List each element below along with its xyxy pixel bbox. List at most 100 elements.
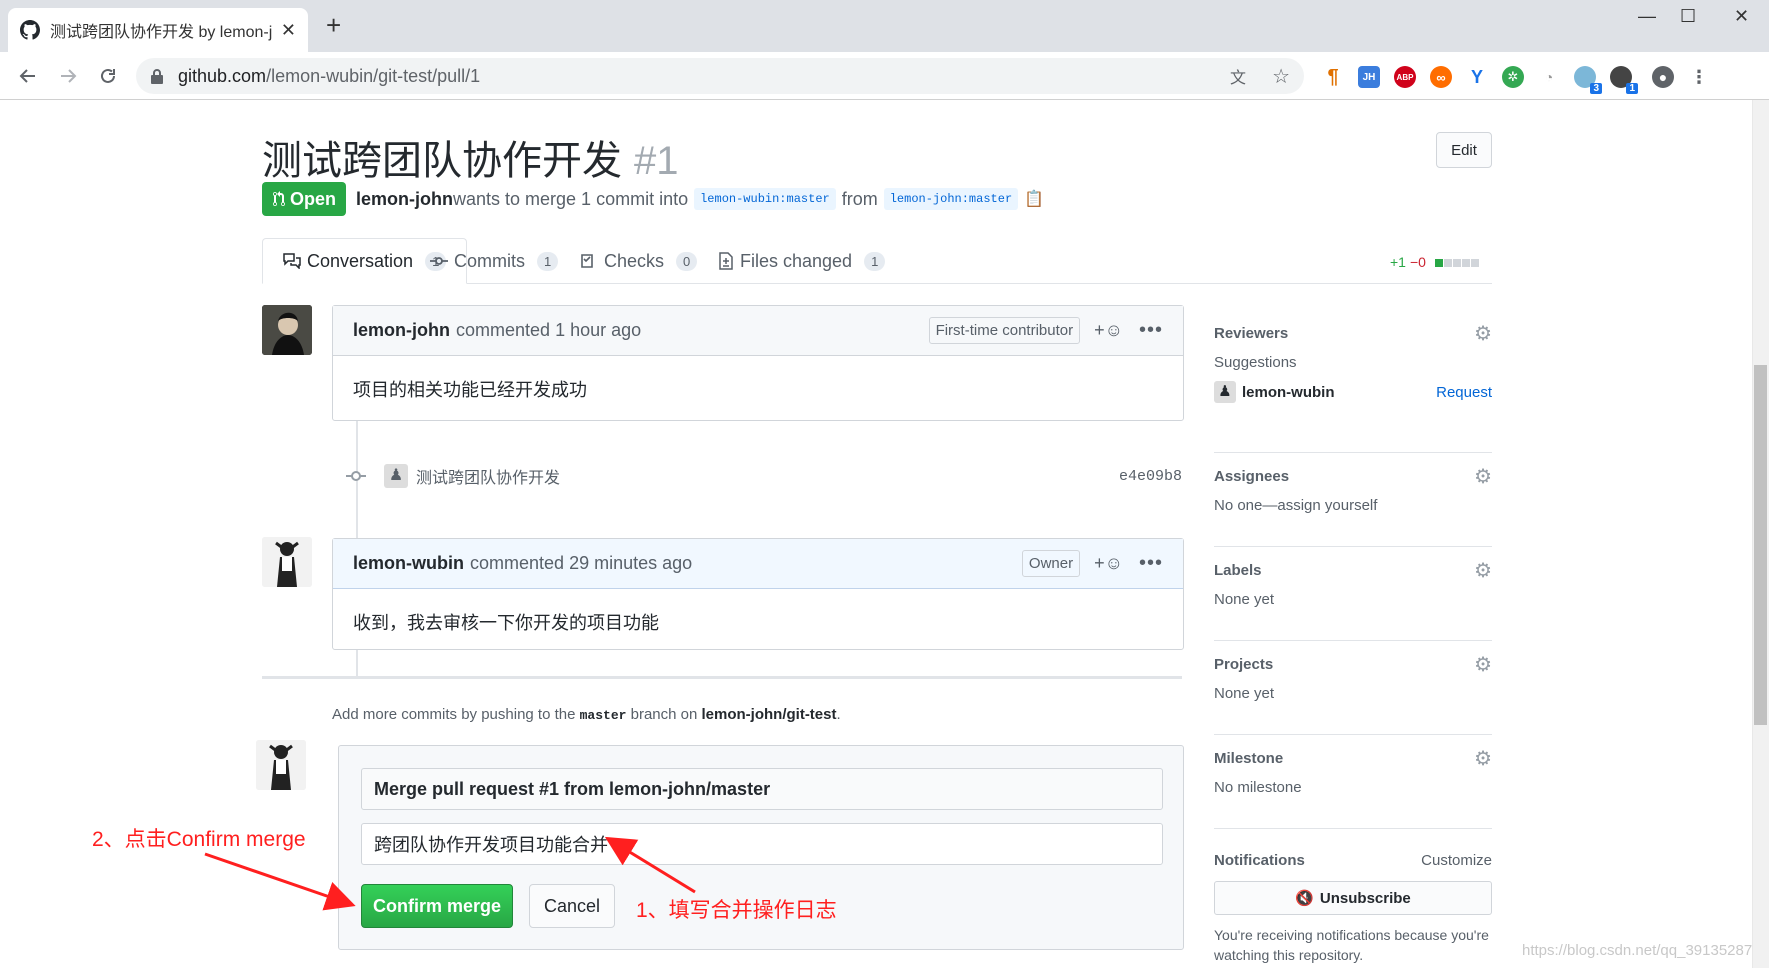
gear-icon[interactable]: ⚙ [1474, 321, 1492, 346]
speed-extension-icon[interactable]: ◔ [1538, 66, 1560, 88]
tab-counter: 1 [537, 251, 559, 271]
reload-icon[interactable] [92, 60, 124, 92]
gear-icon[interactable]: ⚙ [1474, 558, 1492, 583]
sidebar-heading[interactable]: Milestone [1214, 750, 1283, 767]
conversation-icon [283, 253, 301, 269]
sidebar-heading[interactable]: Projects [1214, 656, 1273, 673]
assignees-value[interactable]: No one—assign yourself [1214, 497, 1492, 514]
gear-icon[interactable]: ⚙ [1474, 464, 1492, 489]
window-close-icon[interactable]: ✕ [1734, 6, 1749, 27]
annotation-step1: 1、填写合并操作日志 [636, 899, 837, 922]
confirm-merge-button[interactable]: Confirm merge [361, 884, 513, 928]
comment-time[interactable]: 1 hour ago [555, 320, 641, 341]
commit-message[interactable]: 测试跨团队协作开发 [416, 464, 560, 488]
customize-link[interactable]: Customize [1421, 852, 1492, 869]
pr-author-link[interactable]: lemon-john [356, 189, 453, 210]
maximize-icon[interactable]: ☐ [1680, 6, 1696, 27]
copy-clipboard-icon[interactable]: 📋 [1024, 189, 1044, 209]
more-options-icon[interactable]: ••• [1139, 552, 1163, 575]
sidebar-heading[interactable]: Assignees [1214, 468, 1289, 485]
comment-box: lemon-john commented 1 hour ago First-ti… [332, 305, 1184, 421]
add-reaction-icon[interactable]: +☺ [1094, 553, 1123, 574]
note-repo-link[interactable]: lemon-john/git-test [702, 706, 837, 723]
note-text: branch on [630, 706, 698, 723]
comment-author[interactable]: lemon-wubin [353, 553, 464, 574]
sidebar-milestone: Milestone ⚙ No milestone [1214, 745, 1492, 829]
minimize-icon[interactable]: — [1638, 6, 1656, 27]
extension-badge: 1 [1626, 83, 1638, 94]
url-path: /lemon-wubin/git-test/pull/1 [266, 65, 481, 86]
cancel-button[interactable]: Cancel [529, 884, 615, 928]
new-tab-icon[interactable]: + [326, 12, 341, 38]
comment-action: commented [456, 320, 551, 340]
profile-icon[interactable]: ● [1652, 66, 1674, 88]
sidebar-notifications: Notifications Customize 🔇 Unsubscribe You'… [1214, 847, 1492, 965]
commit-avatar[interactable]: ♟ [384, 464, 408, 488]
commit-icon [346, 471, 366, 481]
head-branch[interactable]: lemon-john:master [883, 188, 1019, 210]
comment-action: commented [470, 553, 565, 573]
browser-menu-icon[interactable]: ⋮ [1688, 66, 1710, 88]
commit-sha[interactable]: e4e09b8 [1119, 468, 1182, 485]
comment-header: lemon-john commented 1 hour ago First-ti… [333, 306, 1183, 356]
more-options-icon[interactable]: ••• [1139, 319, 1163, 342]
tab-commits[interactable]: Commits 1 [430, 238, 559, 284]
paragraph-extension-icon[interactable]: ¶ [1322, 66, 1344, 88]
comment-body: 项目的相关功能已经开发成功 [353, 380, 587, 400]
annotation-step2: 2、点击Confirm merge [92, 828, 306, 851]
unsubscribe-button[interactable]: 🔇 Unsubscribe [1214, 881, 1492, 915]
avatar[interactable] [262, 537, 312, 587]
bookmark-star-icon[interactable]: ☆ [1272, 64, 1290, 89]
browser-tab[interactable]: 测试跨团队协作开发 by lemon-j ✕ [8, 8, 308, 52]
infinity-extension-icon[interactable]: ∞ [1430, 66, 1452, 88]
tab-checks[interactable]: Checks 0 [580, 238, 698, 284]
gear-icon[interactable]: ⚙ [1474, 746, 1492, 771]
request-review-link[interactable]: Request [1436, 384, 1492, 401]
status-badge: Open [262, 182, 346, 216]
translate-icon[interactable]: 文 [1230, 64, 1246, 88]
avatar[interactable] [256, 740, 306, 790]
page-title: 测试跨团队协作开发 #1 [262, 128, 679, 186]
vpn-extension-icon[interactable]: 3 [1574, 66, 1602, 94]
tab-files-changed[interactable]: Files changed 1 [718, 238, 886, 284]
gear-icon[interactable]: ⚙ [1474, 652, 1492, 677]
checklist-icon [581, 254, 593, 268]
sidebar-heading[interactable]: Labels [1214, 562, 1262, 579]
pr-number: #1 [634, 139, 679, 183]
github-icon [20, 20, 40, 40]
sidebar-heading[interactable]: Reviewers [1214, 325, 1288, 342]
comment-author[interactable]: lemon-john [353, 320, 450, 341]
diff-deletions: −0 [1409, 254, 1426, 270]
browser-tab-title: 测试跨团队协作开发 by lemon-j [50, 24, 273, 41]
projects-value: None yet [1214, 685, 1275, 702]
timeline-divider [262, 676, 1182, 679]
forward-icon[interactable] [52, 60, 84, 92]
pr-meta-text: wants to merge 1 commit into [453, 188, 689, 209]
green-extension-icon[interactable]: ✲ [1502, 66, 1524, 88]
base-branch[interactable]: lemon-wubin:master [694, 188, 836, 210]
suggested-reviewer[interactable]: lemon-wubin [1242, 384, 1335, 401]
pr-meta-from: from [841, 188, 878, 209]
sidebar-labels: Labels ⚙ None yet [1214, 557, 1492, 641]
penguin-extension-icon[interactable]: 1 [1610, 66, 1638, 94]
diff-additions: +1 [1390, 254, 1406, 270]
add-reaction-icon[interactable]: +☺ [1094, 320, 1123, 341]
scrollbar-thumb[interactable] [1754, 365, 1767, 725]
reviewer-avatar[interactable]: ♟ [1214, 381, 1236, 403]
tab-counter: 0 [676, 251, 698, 271]
y-extension-icon[interactable]: Y [1466, 66, 1488, 88]
close-tab-icon[interactable]: ✕ [281, 20, 296, 41]
jh-extension-icon[interactable]: JH [1358, 66, 1380, 88]
avatar[interactable] [262, 305, 312, 355]
merge-title-input[interactable]: Merge pull request #1 from lemon-john/ma… [361, 768, 1163, 810]
address-bar[interactable]: github.com/lemon-wubin/git-test/pull/1 文… [136, 58, 1304, 94]
edit-button[interactable]: Edit [1436, 132, 1492, 168]
merge-message-textarea[interactable]: 跨团队协作开发项目功能合并 [361, 823, 1163, 865]
back-icon[interactable] [12, 60, 44, 92]
comment-time[interactable]: 29 minutes ago [569, 553, 692, 574]
pr-meta: lemon-john wants to merge 1 commit into … [356, 188, 1044, 210]
tab-label: Commits [454, 250, 525, 271]
adblock-extension-icon[interactable]: ABP [1394, 66, 1416, 88]
scrollbar[interactable] [1752, 100, 1769, 968]
url-host: github.com [178, 65, 267, 86]
